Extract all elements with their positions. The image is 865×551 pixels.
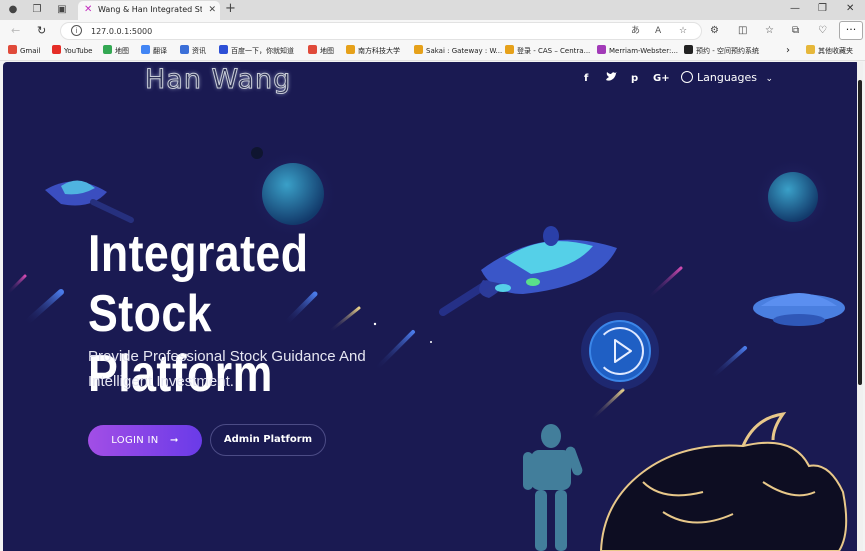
tab-active[interactable]: ✕ Wang & Han Integrated Stock Pl ✕: [78, 1, 220, 20]
bookmark-item[interactable]: 资讯: [180, 45, 206, 57]
globe-icon: [681, 71, 693, 83]
webpage: Han Wang f p G+ Languages ⌄ Integrated S…: [3, 62, 860, 551]
bookmark-item[interactable]: 地图: [103, 45, 129, 57]
bookmark-label: 登录 - CAS – Centra...: [517, 47, 591, 55]
address-bar[interactable]: i 127.0.0.1:5000 あ A ☆: [60, 22, 702, 40]
bookmark-label: 地图: [115, 47, 129, 55]
bookmark-label: 地图: [320, 47, 334, 55]
tab-title: Wang & Han Integrated Stock Pl: [98, 5, 202, 14]
login-button-label: LOGIN IN: [111, 435, 159, 446]
bookmark-label: 百度一下，你就知道: [231, 47, 294, 55]
read-aloud-icon[interactable]: A: [655, 25, 661, 38]
window-close-icon[interactable]: ✕: [846, 2, 854, 16]
browser-window: ● ❐ ▣ ✕ Wang & Han Integrated Stock Pl ✕…: [0, 0, 865, 551]
new-tab-icon[interactable]: +: [225, 1, 236, 17]
bookmark-label: 翻译: [153, 47, 167, 55]
tab-strip: ● ❐ ▣ ✕ Wang & Han Integrated Stock Pl ✕…: [0, 0, 865, 20]
browser-essentials-icon[interactable]: ♡: [818, 24, 827, 37]
translate-icon[interactable]: あ: [631, 25, 640, 38]
chevron-down-icon: ⌄: [765, 74, 774, 84]
bookmark-item[interactable]: 南方科技大学: [346, 45, 400, 57]
bookmark-favicon-icon: [219, 45, 228, 54]
bookmark-item[interactable]: YouTube: [52, 45, 92, 57]
maximize-icon[interactable]: ❐: [818, 2, 827, 16]
vertical-tabs-icon[interactable]: ▣: [55, 3, 69, 17]
bookmark-favicon-icon: [103, 45, 112, 54]
profile-icon[interactable]: ●: [6, 3, 20, 17]
hero-subtitle: Provide Professional Stock Guidance And …: [88, 344, 408, 394]
bookmark-favicon-icon: [597, 45, 606, 54]
google-plus-icon[interactable]: G+: [653, 72, 670, 86]
bookmark-favicon-icon: [52, 45, 61, 54]
hero-title-line-1: Integrated Stock: [88, 225, 309, 343]
bookmark-favicon-icon: [414, 45, 423, 54]
bookmark-label: 其他收藏夹: [818, 47, 853, 55]
favorites-icon[interactable]: ☆: [765, 24, 774, 37]
tab-close-icon[interactable]: ✕: [208, 3, 216, 17]
bookmarks-bar: Gmail YouTube 地图 翻译 资讯 百度一下，你就知道 地图 南方科技大学 Sakai…: [0, 42, 865, 61]
bookmark-favicon-icon: [141, 45, 150, 54]
bookmark-item[interactable]: 其他收藏夹: [806, 45, 853, 57]
site-info-icon[interactable]: i: [71, 25, 82, 36]
favorite-star-icon[interactable]: ☆: [679, 25, 687, 38]
more-menu-icon[interactable]: ···: [839, 21, 863, 40]
more-bookmarks-icon[interactable]: ›: [786, 45, 790, 57]
facebook-icon[interactable]: f: [584, 72, 588, 86]
languages-dropdown[interactable]: Languages ⌄: [681, 70, 773, 87]
bookmark-item[interactable]: Merriam-Webster:...: [597, 45, 678, 57]
bookmark-favicon-icon: [8, 45, 17, 54]
hero-subtitle-line-1: Provide Professional Stock Guidance And: [88, 348, 366, 365]
scrollbar-thumb[interactable]: [858, 80, 862, 385]
bookmark-item[interactable]: 预约 - 空间预约系统: [684, 45, 759, 57]
bookmark-item[interactable]: 翻译: [141, 45, 167, 57]
twitter-icon[interactable]: [606, 72, 617, 87]
extensions-icon[interactable]: ⚙: [710, 24, 719, 37]
pinterest-icon[interactable]: p: [631, 72, 638, 86]
collections-icon[interactable]: ⧉: [792, 24, 799, 37]
bookmark-item[interactable]: Gmail: [8, 45, 40, 57]
bookmark-label: 资讯: [192, 47, 206, 55]
minimize-icon[interactable]: —: [790, 2, 800, 16]
workspaces-icon[interactable]: ❐: [30, 3, 44, 17]
admin-platform-button[interactable]: Admin Platform: [210, 424, 326, 456]
bookmark-item[interactable]: Sakai : Gateway : W...: [414, 45, 502, 57]
bookmark-item[interactable]: 百度一下，你就知道: [219, 45, 294, 57]
bookmark-label: YouTube: [64, 47, 93, 55]
navigation-bar: ← ↻ i 127.0.0.1:5000 あ A ☆ ⚙ ◫ ☆ ⧉ ♡: [0, 20, 865, 42]
back-icon[interactable]: ←: [11, 24, 20, 38]
play-icon: [614, 339, 632, 363]
bookmark-label: Gmail: [20, 47, 41, 55]
bookmark-favicon-icon: [180, 45, 189, 54]
bookmark-favicon-icon: [505, 45, 514, 54]
arrow-right-icon: ➞: [170, 435, 179, 446]
bookmark-label: 预约 - 空间预约系统: [696, 47, 759, 55]
bookmark-label: Sakai : Gateway : W...: [426, 47, 503, 55]
login-button[interactable]: LOGIN IN ➞: [88, 425, 202, 456]
refresh-icon[interactable]: ↻: [37, 24, 46, 38]
bookmark-favicon-icon: [684, 45, 693, 54]
bookmark-favicon-icon: [308, 45, 317, 54]
split-screen-icon[interactable]: ◫: [738, 24, 747, 37]
site-favicon-icon: ✕: [84, 4, 93, 15]
bookmark-favicon-icon: [806, 45, 815, 54]
languages-label: Languages: [697, 71, 758, 84]
bookmark-item[interactable]: 地图: [308, 45, 334, 57]
url-text[interactable]: 127.0.0.1:5000: [91, 25, 152, 38]
hero-subtitle-line-2: Intelligent Investment.: [88, 373, 234, 390]
bookmark-favicon-icon: [346, 45, 355, 54]
bookmark-label: 南方科技大学: [358, 47, 400, 55]
bookmark-item[interactable]: 登录 - CAS – Centra...: [505, 45, 590, 57]
bookmark-label: Merriam-Webster:...: [609, 47, 679, 55]
site-logo[interactable]: Han Wang: [144, 63, 291, 97]
